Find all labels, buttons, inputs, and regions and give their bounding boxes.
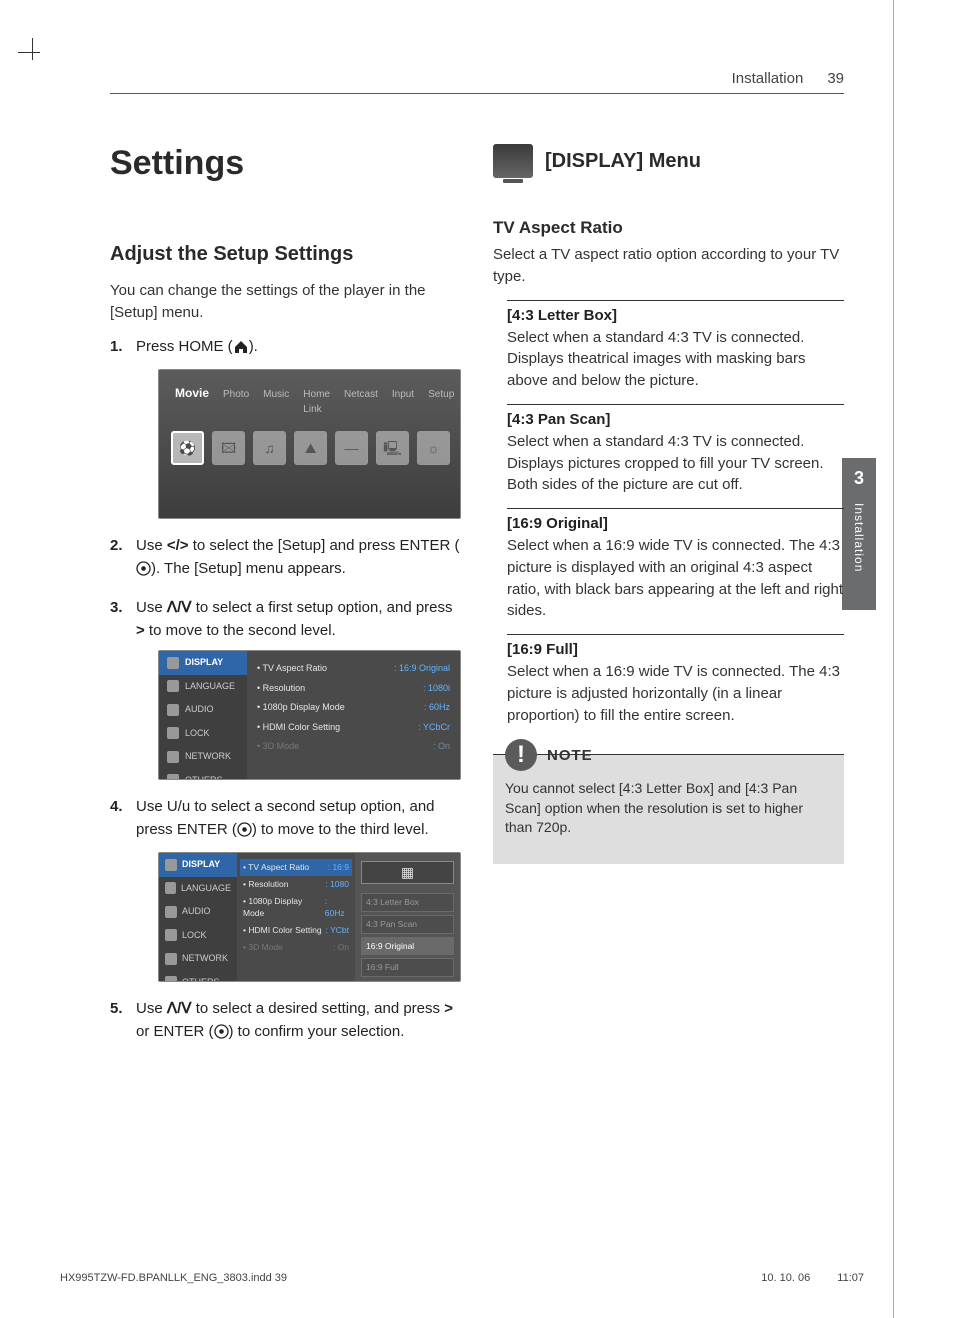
- display-menu-title: [DISPLAY] Menu: [545, 150, 701, 173]
- subsection-title: Adjust the Setup Settings: [110, 243, 461, 266]
- step-1: Press HOME (). Movie Photo Music Home Li…: [110, 336, 461, 520]
- up-down-arrows: ᐱ/ᐯ: [167, 599, 192, 616]
- home-icon: [233, 339, 249, 362]
- home-tabs: Movie Photo Music Home Link Netcast Inpu…: [169, 384, 450, 417]
- screenshot-setup-level1: DISPLAY LANGUAGE AUDIO LOCK NETWORK OTHE…: [158, 650, 461, 780]
- home-icon-music: ♫: [253, 431, 286, 465]
- left-column: Settings Adjust the Setup Settings You c…: [110, 144, 461, 1060]
- right-column: [DISPLAY] Menu TV Aspect Ratio Select a …: [493, 144, 844, 1060]
- tv-aspect-ratio-intro: Select a TV aspect ratio option accordin…: [493, 244, 844, 288]
- display-icon: [167, 657, 179, 669]
- display-menu-heading: [DISPLAY] Menu: [493, 144, 844, 178]
- network-icon: [165, 953, 177, 965]
- header-section: Installation: [732, 70, 804, 87]
- home-icon-setup: ☼: [417, 431, 450, 465]
- right-arrow: >: [136, 622, 145, 639]
- option-43-letterbox: [4:3 Letter Box] Select when a standard …: [507, 300, 844, 392]
- note-box: ! NOTE You cannot select [4:3 Letter Box…: [493, 754, 844, 864]
- page-footer: HX995TZW-FD.BPANLLK_ENG_3803.indd 39 10.…: [60, 1272, 864, 1284]
- lock-icon: [167, 727, 179, 739]
- sidebar-language: LANGUAGE: [159, 675, 247, 699]
- tv-aspect-ratio-title: TV Aspect Ratio: [493, 218, 844, 238]
- audio-icon: [167, 704, 179, 716]
- others-icon: [167, 774, 179, 780]
- screenshot-setup-level2: DISPLAY LANGUAGE AUDIO LOCK NETWORK OTHE…: [158, 852, 461, 982]
- sidebar-others: OTHERS: [159, 769, 247, 781]
- sidebar-network: NETWORK: [159, 745, 247, 769]
- setup-options: • TV Aspect Ratio: 16:9 Original • Resol…: [247, 651, 460, 779]
- language-icon: [165, 882, 176, 894]
- intro-text: You can change the settings of the playe…: [110, 280, 461, 324]
- display-icon: [165, 859, 177, 871]
- setup-options: • TV Aspect Ratio: 16:9 • Resolution: 10…: [237, 853, 355, 981]
- step-4: Use U/u to select a second setup option,…: [110, 796, 461, 982]
- home-icon-netcast: —: [335, 431, 368, 465]
- option-169-full: [16:9 Full] Select when a 16:9 wide TV i…: [507, 634, 844, 726]
- footer-filename: HX995TZW-FD.BPANLLK_ENG_3803.indd 39: [60, 1272, 287, 1284]
- tv-icon: [493, 144, 533, 178]
- home-icons-row: ⚽ 🖾 ♫ ⛰ — 🖳 ☼: [169, 431, 450, 465]
- page-header: Installation 39: [110, 70, 844, 94]
- header-page-number: 39: [827, 70, 844, 87]
- home-icon-homelink: ⛰: [294, 431, 327, 465]
- home-icon-movie: ⚽: [171, 431, 204, 465]
- step-3: Use ᐱ/ᐯ to select a first setup option, …: [110, 597, 461, 780]
- network-icon: [167, 751, 179, 763]
- enter-icon: [237, 822, 252, 845]
- note-exclamation-icon: !: [505, 739, 537, 771]
- popup-opt-3: 16:9 Full: [361, 958, 454, 977]
- others-icon: [165, 976, 177, 982]
- option-43-panscan: [4:3 Pan Scan] Select when a standard 4:…: [507, 404, 844, 496]
- aspect-ratio-popup: ▦ 4:3 Letter Box 4:3 Pan Scan 16:9 Origi…: [355, 853, 460, 981]
- sidebar-audio: AUDIO: [159, 698, 247, 722]
- popup-opt-1: 4:3 Pan Scan: [361, 915, 454, 934]
- enter-icon: [136, 561, 151, 584]
- setup-sidebar: DISPLAY LANGUAGE AUDIO LOCK NETWORK OTHE…: [159, 651, 247, 779]
- page-title: Settings: [110, 144, 461, 183]
- enter-icon: [214, 1024, 229, 1047]
- preview-box: ▦: [361, 861, 454, 884]
- popup-opt-2: 16:9 Original: [361, 937, 454, 956]
- home-icon-input: 🖳: [376, 431, 409, 465]
- language-icon: [167, 680, 179, 692]
- screenshot-home-menu: Movie Photo Music Home Link Netcast Inpu…: [158, 369, 461, 519]
- audio-icon: [165, 906, 177, 918]
- right-arrow: >: [444, 1000, 453, 1017]
- sidebar-lock: LOCK: [159, 722, 247, 746]
- note-label: NOTE: [547, 747, 593, 764]
- step-5: Use ᐱ/ᐯ to select a desired setting, and…: [110, 998, 461, 1046]
- option-169-original: [16:9 Original] Select when a 16:9 wide …: [507, 508, 844, 622]
- lock-icon: [165, 929, 177, 941]
- sidebar-display: DISPLAY: [159, 651, 247, 675]
- footer-time: 11:07: [837, 1272, 864, 1284]
- left-right-arrows: </>: [167, 537, 189, 554]
- popup-opt-0: 4:3 Letter Box: [361, 893, 454, 912]
- footer-date: 10. 10. 06: [761, 1272, 810, 1284]
- home-icon-photo: 🖾: [212, 431, 245, 465]
- up-down-arrows: ᐱ/ᐯ: [167, 1000, 192, 1017]
- step-2: Use </> to select the [Setup] and press …: [110, 535, 461, 583]
- note-body: You cannot select [4:3 Letter Box] and […: [505, 779, 832, 838]
- setup-sidebar: DISPLAY LANGUAGE AUDIO LOCK NETWORK OTHE…: [159, 853, 237, 981]
